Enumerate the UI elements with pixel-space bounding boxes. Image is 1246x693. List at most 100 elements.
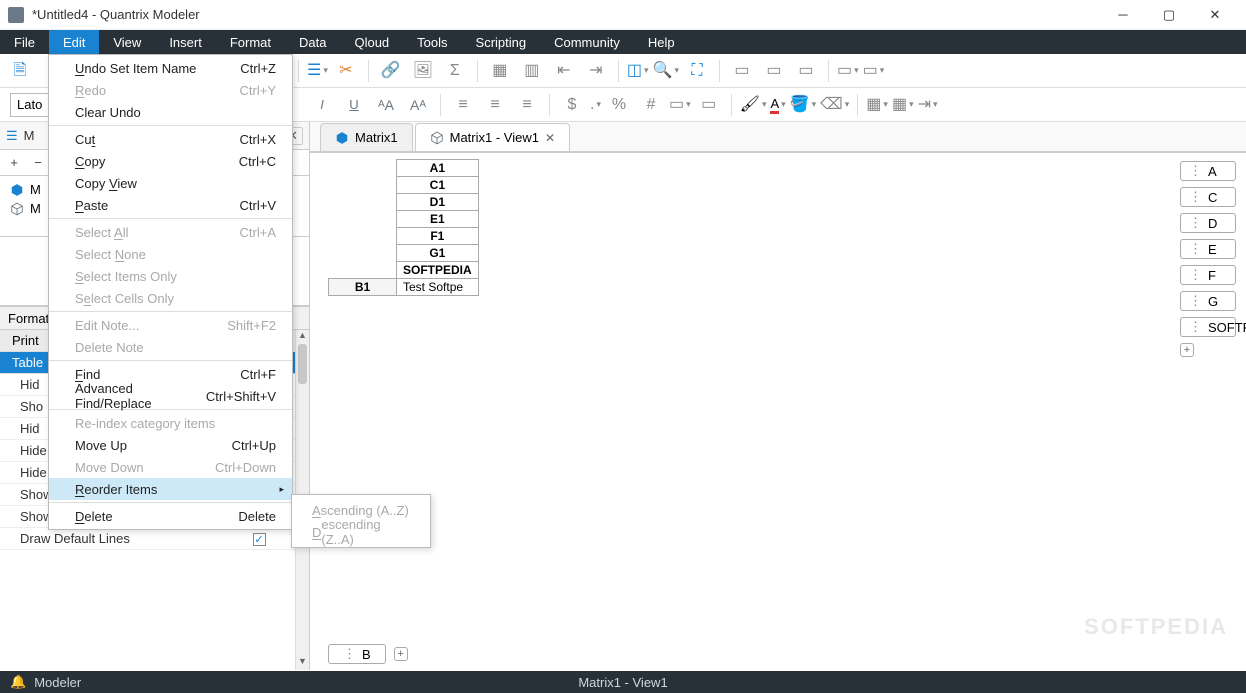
edit-menu-item-redo: RedoCtrl+Y <box>49 79 292 101</box>
menu-view[interactable]: View <box>99 30 155 54</box>
underline-icon[interactable]: U <box>340 91 368 119</box>
edit-menu-item-re-index-category-items: Re-index category items <box>49 412 292 434</box>
percent-icon[interactable]: % <box>605 91 633 119</box>
layout2-icon[interactable]: ▥ <box>518 57 546 85</box>
sigma-icon[interactable]: Σ <box>441 57 469 85</box>
edit-menu-item-paste[interactable]: PasteCtrl+V <box>49 194 292 216</box>
reorder-items-submenu: Ascending (A..Z)Descending (Z..A) <box>291 494 431 548</box>
brush-icon[interactable]: 🖌▾ <box>740 97 767 113</box>
close-button[interactable]: ✕ <box>1192 0 1238 30</box>
align-right-icon[interactable]: ≡ <box>513 91 541 119</box>
currency-icon[interactable]: $ <box>558 91 586 119</box>
edit-menu-item-undo-set-item-name[interactable]: Undo Set Item NameCtrl+Z <box>49 57 292 79</box>
window-layout-icon[interactable]: ◫▾ <box>627 63 649 79</box>
maximize-button[interactable]: ▢ <box>1146 0 1192 30</box>
edit-menu-dropdown: Undo Set Item NameCtrl+ZRedoCtrl+YClear … <box>48 54 293 530</box>
image-icon[interactable]: 🖼 <box>409 57 437 85</box>
edit-menu-item-reorder-items[interactable]: Reorder Items▸ <box>49 478 292 500</box>
edit-menu-item-copy[interactable]: CopyCtrl+C <box>49 150 292 172</box>
watermark: SOFTPEDIA <box>1084 614 1228 640</box>
indent-icon[interactable]: ⇥▾ <box>918 97 938 113</box>
link-icon[interactable]: 🔗 <box>377 57 405 85</box>
edit-menu-item-select-items-only: Select Items Only <box>49 265 292 287</box>
notifications-icon[interactable]: 🔔 <box>10 674 26 690</box>
category-handle[interactable]: ⋮A <box>1180 161 1236 181</box>
layout-icon[interactable]: ▦ <box>486 57 514 85</box>
edit-menu-item-cut[interactable]: CutCtrl+X <box>49 128 292 150</box>
menu-edit[interactable]: Edit <box>49 30 99 54</box>
numfmt-icon[interactable]: ▭▾ <box>669 97 691 113</box>
category-handle-b[interactable]: ⋮B <box>328 644 386 664</box>
category-handle[interactable]: ⋮SOFTPEDIA <box>1180 317 1236 337</box>
tree-remove-button[interactable]: − <box>30 155 46 170</box>
decimal-icon[interactable]: .▾ <box>590 97 601 113</box>
tree-add-button[interactable]: + <box>6 155 22 170</box>
menu-scripting[interactable]: Scripting <box>462 30 541 54</box>
menu-community[interactable]: Community <box>540 30 634 54</box>
border-icon[interactable]: ▦▾ <box>866 97 888 113</box>
category-handle[interactable]: ⋮F <box>1180 265 1236 285</box>
edit-menu-item-select-none: Select None <box>49 243 292 265</box>
zoom-icon[interactable]: 🔍▾ <box>653 63 679 79</box>
tab-close-icon[interactable]: ✕ <box>545 131 555 145</box>
edit-menu-item-copy-view[interactable]: Copy View <box>49 172 292 194</box>
status-left: Modeler <box>34 675 81 690</box>
align-left-icon[interactable]: ≡ <box>449 91 477 119</box>
edit-menu-item-move-up[interactable]: Move UpCtrl+Up <box>49 434 292 456</box>
main-area: Matrix1Matrix1 - View1✕ A1C1D1E1F1G1SOFT… <box>310 122 1246 670</box>
menu-qloud[interactable]: Qloud <box>340 30 403 54</box>
matrix-table[interactable]: A1C1D1E1F1G1SOFTPEDIAB1Test Softpe <box>328 159 479 296</box>
add-category-button[interactable]: + <box>1180 343 1194 357</box>
misc4-icon[interactable]: ▭▾ <box>837 63 859 79</box>
misc1-icon[interactable]: ▭ <box>728 57 756 85</box>
numfmt2-icon[interactable]: ▭ <box>695 91 723 119</box>
font-grow-icon[interactable]: AA <box>372 91 400 119</box>
edit-menu-item-advanced-find-replace[interactable]: Advanced Find/ReplaceCtrl+Shift+V <box>49 385 292 407</box>
menu-insert[interactable]: Insert <box>155 30 216 54</box>
misc2-icon[interactable]: ▭ <box>760 57 788 85</box>
misc5-icon[interactable]: ▭▾ <box>863 63 885 79</box>
edit-menu-item-delete[interactable]: DeleteDelete <box>49 505 292 527</box>
list-icon[interactable]: ☰▾ <box>307 63 328 79</box>
hash-icon[interactable]: # <box>637 91 665 119</box>
tab-matrix1[interactable]: Matrix1 <box>320 123 413 151</box>
menu-help[interactable]: Help <box>634 30 689 54</box>
matrix-canvas[interactable]: A1C1D1E1F1G1SOFTPEDIAB1Test Softpe ⋮A⋮C⋮… <box>310 152 1246 670</box>
category-handle[interactable]: ⋮C <box>1180 187 1236 207</box>
document-tabs: Matrix1Matrix1 - View1✕ <box>310 122 1246 152</box>
italic-icon[interactable]: I <box>308 91 336 119</box>
edit-menu-item-delete-note: Delete Note <box>49 336 292 358</box>
menu-format[interactable]: Format <box>216 30 285 54</box>
layout3-icon[interactable]: ⇤ <box>550 57 578 85</box>
format-row[interactable]: Draw Default Lines✓ <box>0 528 309 550</box>
edit-menu-item-clear-undo[interactable]: Clear Undo <box>49 101 292 123</box>
edit-menu-item-edit-note-: Edit Note...Shift+F2 <box>49 314 292 336</box>
tools-icon[interactable]: ✂ <box>332 57 360 85</box>
fullscreen-icon[interactable]: ⛶ <box>683 57 711 85</box>
font-color-icon[interactable]: A▾ <box>770 96 785 114</box>
category-handle[interactable]: ⋮G <box>1180 291 1236 311</box>
font-shrink-icon[interactable]: AA <box>404 91 432 119</box>
layout4-icon[interactable]: ⇥ <box>582 57 610 85</box>
menu-tools[interactable]: Tools <box>403 30 461 54</box>
edit-menu-item-move-down: Move DownCtrl+Down <box>49 456 292 478</box>
menu-file[interactable]: File <box>0 30 49 54</box>
add-category-button[interactable]: + <box>394 647 408 661</box>
reorder-submenu-item[interactable]: Descending (Z..A) <box>292 521 430 543</box>
misc3-icon[interactable]: ▭ <box>792 57 820 85</box>
border2-icon[interactable]: ▦▾ <box>892 97 914 113</box>
menu-data[interactable]: Data <box>285 30 340 54</box>
new-doc-icon[interactable]: 🗎 <box>6 57 34 85</box>
app-icon <box>8 7 24 23</box>
tab-matrix1-view1[interactable]: Matrix1 - View1✕ <box>415 123 570 151</box>
minimize-button[interactable]: ─ <box>1100 0 1146 30</box>
eraser-icon[interactable]: ⌫▾ <box>820 97 849 113</box>
bottom-category-handle: ⋮B + <box>328 644 408 664</box>
category-handle[interactable]: ⋮E <box>1180 239 1236 259</box>
category-handle[interactable]: ⋮D <box>1180 213 1236 233</box>
align-center-icon[interactable]: ≡ <box>481 91 509 119</box>
fill-color-icon[interactable]: 🪣▾ <box>790 97 816 113</box>
right-category-handles: ⋮A ⋮C ⋮D ⋮E ⋮F ⋮G ⋮SOFTPEDIA + <box>1180 161 1236 357</box>
edit-menu-item-select-cells-only: Select Cells Only <box>49 287 292 309</box>
status-bar: 🔔 Modeler Matrix1 - View1 <box>0 671 1246 693</box>
